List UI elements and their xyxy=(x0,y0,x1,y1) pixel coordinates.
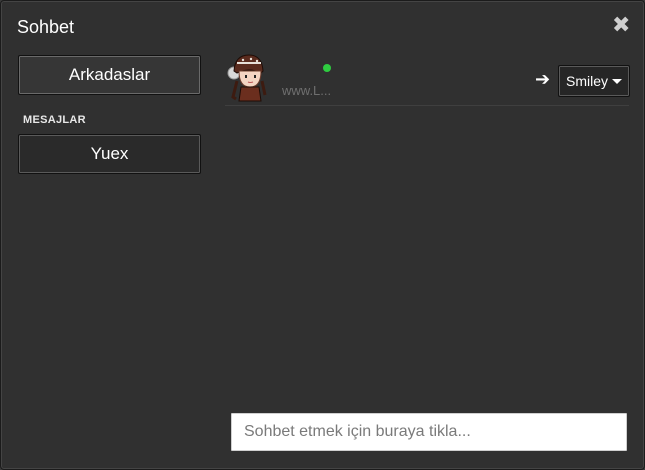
messages-section-label: MESAJLAR xyxy=(23,114,86,126)
window-title: Sohbet xyxy=(17,17,75,37)
online-status-dot xyxy=(323,64,331,72)
arrow-right-icon[interactable]: ➔ xyxy=(535,71,553,89)
smiley-dropdown-button[interactable]: Smiley xyxy=(558,65,630,97)
caret-down-icon xyxy=(612,79,622,84)
contact-subtitle: www.L... xyxy=(282,83,332,98)
chat-window: Sohbet ✖ Arkadaslar MESAJLAR Yuex www.L.… xyxy=(0,0,645,470)
chat-message-input[interactable] xyxy=(231,413,627,451)
friends-button[interactable]: Arkadaslar xyxy=(18,55,201,95)
header-divider xyxy=(225,105,629,106)
conversation-item-yuex[interactable]: Yuex xyxy=(18,134,201,174)
close-icon[interactable]: ✖ xyxy=(612,15,630,37)
avatar-icon xyxy=(225,51,267,107)
smiley-button-label: Smiley xyxy=(565,73,608,89)
